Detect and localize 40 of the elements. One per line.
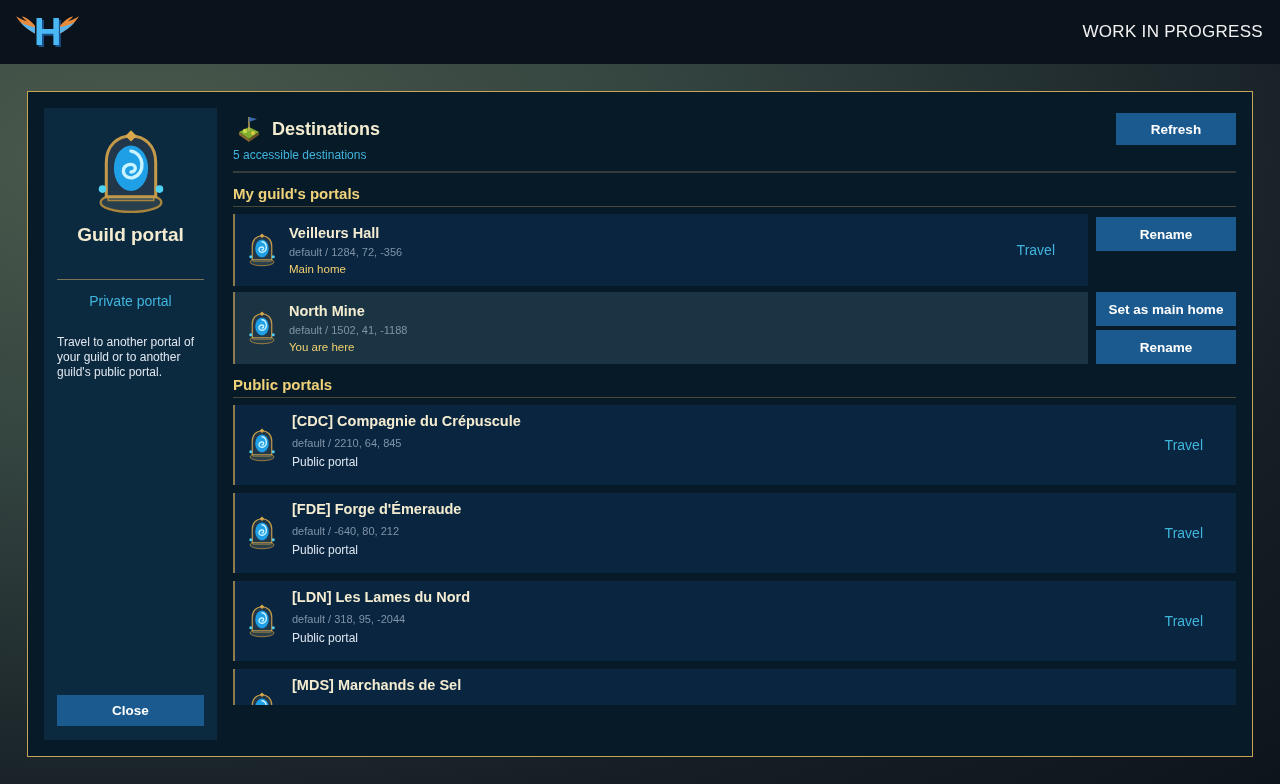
portal-type-label: Private portal: [89, 293, 172, 309]
portal-status: Main home: [289, 261, 347, 277]
portal-icon: [247, 604, 277, 638]
portal-location: default / 1284, 72, -356: [289, 244, 404, 260]
set-main-home-button[interactable]: Set as main home: [1096, 292, 1236, 326]
portal-location: default / -640, 80, 212: [292, 524, 401, 539]
header-title: WORK IN PROGRESS: [1082, 22, 1263, 42]
portal-name: [CDC] Compagnie du Crépuscule: [292, 412, 522, 431]
destinations-count: 5 accessible destinations: [233, 148, 368, 162]
portal-name: North Mine: [289, 301, 366, 321]
travel-link[interactable]: Travel: [1016, 242, 1055, 258]
section-title: Public portals: [233, 376, 1236, 398]
portal-status: Public portal: [292, 454, 360, 471]
rename-button[interactable]: Rename: [1096, 217, 1236, 251]
portal-icon: [247, 428, 277, 462]
island-icon: [236, 115, 262, 143]
portal-name: [FDE] Forge d'Émeraude: [292, 500, 463, 519]
close-button[interactable]: Close: [57, 695, 204, 726]
destinations-title: Destinations: [272, 118, 381, 140]
portal-icon: [247, 516, 277, 550]
rename-button[interactable]: Rename: [1096, 330, 1236, 364]
portal-status: Public portal: [292, 630, 360, 647]
travel-link[interactable]: Travel: [1164, 437, 1203, 453]
portal-name: [MDS] Marchands de Sel: [292, 676, 463, 695]
portal-location: default / 318, 95, -2044: [292, 612, 407, 627]
portal-status: You are here: [289, 339, 356, 355]
portal-location: default / 2210, 64, 845: [292, 436, 403, 451]
portal-location: default / 1502, 41, -1188: [289, 322, 409, 338]
portal-name: [LDN] Les Lames du Nord: [292, 588, 472, 607]
logo-letter: H: [34, 12, 62, 52]
travel-link[interactable]: Travel: [1164, 613, 1203, 629]
description-text: Travel to another portal of your guild or to another guild's public portal.: [57, 335, 195, 380]
portal-icon: [247, 311, 277, 345]
portal-icon: [247, 233, 277, 267]
refresh-button[interactable]: Refresh: [1116, 113, 1236, 145]
section-title: My guild's portals: [233, 185, 1236, 207]
travel-link[interactable]: Travel: [1164, 525, 1203, 541]
portal-status: Public portal: [292, 542, 360, 559]
sidebar-title: Guild portal: [77, 224, 184, 246]
portal-name: Veilleurs Hall: [289, 223, 381, 243]
